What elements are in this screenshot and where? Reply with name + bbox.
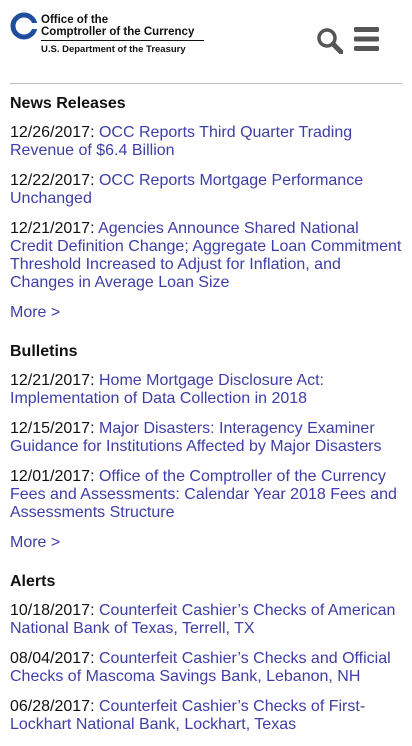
- item-date: 12/15/2017:: [10, 420, 95, 437]
- search-button[interactable]: [316, 27, 344, 55]
- item-date: 12/21/2017:: [10, 372, 95, 389]
- list-item: 12/15/2017: Major Disasters: Interagency…: [10, 420, 404, 456]
- section-title: News Releases: [10, 95, 126, 112]
- list-item: 12/22/2017: OCC Reports Mortgage Perform…: [10, 172, 404, 208]
- more-bulletins-link[interactable]: More >: [10, 534, 60, 552]
- header-divider: [10, 83, 402, 84]
- occ-logo-mark-icon: [10, 12, 38, 40]
- item-date: 12/21/2017:: [10, 220, 95, 237]
- logo-text-line2: Comptroller of the Currency: [41, 26, 195, 38]
- list-item: 12/21/2017: Home Mortgage Disclosure Act…: [10, 372, 404, 408]
- logo-text-line3: U.S. Department of the Treasury: [41, 44, 186, 55]
- list-item: 08/04/2017: Counterfeit Cashier’s Checks…: [10, 650, 404, 686]
- main-content: News Releases 12/26/2017: OCC Reports Th…: [10, 94, 404, 746]
- occ-logo[interactable]: Office of the Comptroller of the Currenc…: [10, 12, 210, 60]
- site-header: Office of the Comptroller of the Currenc…: [0, 0, 412, 84]
- section-title: Bulletins: [10, 343, 78, 360]
- item-date: 08/04/2017:: [10, 650, 95, 667]
- list-item: 10/18/2017: Counterfeit Cashier’s Checks…: [10, 602, 404, 638]
- alerts-section: Alerts 10/18/2017: Counterfeit Cashier’s…: [10, 572, 404, 734]
- section-title: Alerts: [10, 573, 56, 590]
- item-date: 12/22/2017:: [10, 172, 95, 189]
- hamburger-menu-icon: [354, 27, 379, 51]
- item-date: 12/26/2017:: [10, 124, 95, 141]
- item-date: 12/01/2017:: [10, 468, 95, 485]
- list-item: 12/01/2017: Office of the Comptroller of…: [10, 468, 404, 522]
- news-releases-section: News Releases 12/26/2017: OCC Reports Th…: [10, 94, 404, 342]
- logo-text-line1: Office of the: [41, 14, 109, 26]
- item-date: 10/18/2017:: [10, 602, 95, 619]
- item-date: 06/28/2017:: [10, 698, 95, 715]
- logo-divider: [41, 40, 204, 41]
- search-icon: [317, 28, 344, 55]
- bulletins-section: Bulletins 12/21/2017: Home Mortgage Disc…: [10, 342, 404, 572]
- list-item: 12/21/2017: Agencies Announce Shared Nat…: [10, 220, 404, 292]
- menu-button[interactable]: [354, 26, 380, 52]
- list-item: 06/28/2017: Counterfeit Cashier’s Checks…: [10, 698, 404, 734]
- more-news-link[interactable]: More >: [10, 304, 60, 322]
- list-item: 12/26/2017: OCC Reports Third Quarter Tr…: [10, 124, 404, 160]
